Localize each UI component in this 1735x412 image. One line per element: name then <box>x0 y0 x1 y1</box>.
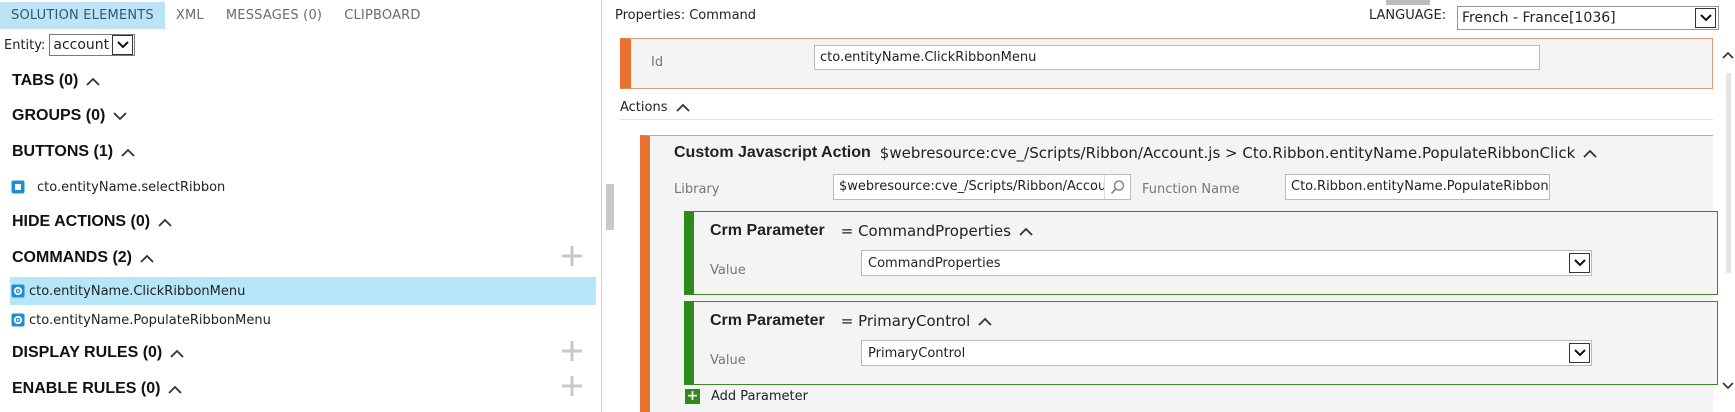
value-label: Value <box>710 263 746 278</box>
scroll-up-icon[interactable] <box>1722 51 1734 59</box>
action-summary: $webresource:cve_/Scripts/Ribbon/Account… <box>879 144 1576 162</box>
parameter-header[interactable]: Crm Parameter = CommandProperties <box>710 222 1033 240</box>
section-groups[interactable]: GROUPS (0) <box>12 107 127 125</box>
button-icon <box>11 180 25 194</box>
chevron-down-icon[interactable] <box>1569 343 1590 363</box>
chevron-up-icon[interactable] <box>140 254 154 263</box>
list-item[interactable]: cto.entityName.ClickRibbonMenu <box>11 279 245 303</box>
section-tabs[interactable]: TABS (0) <box>12 72 101 90</box>
entity-value: account <box>53 37 110 53</box>
scrollbar-thumb[interactable] <box>1726 73 1731 273</box>
section-enable-rules-label: ENABLE RULES (0) <box>12 380 161 397</box>
action-type-label: Custom Javascript Action <box>674 144 871 161</box>
library-label: Library <box>674 182 720 197</box>
crm-parameter: Crm Parameter = CommandProperties Value … <box>684 211 1718 295</box>
chevron-up-icon[interactable] <box>1583 149 1597 158</box>
chevron-down-icon[interactable] <box>113 111 127 121</box>
section-buttons-label: BUTTONS (1) <box>12 143 114 160</box>
section-display-rules[interactable]: DISPLAY RULES (0) <box>12 344 184 362</box>
tab-messages[interactable]: MESSAGES (0) <box>215 2 333 29</box>
entity-label: Entity: <box>4 37 46 53</box>
add-parameter-label: Add Parameter <box>711 389 808 404</box>
library-value: $webresource:cve_/Scripts/Ribbon/Account… <box>839 179 1131 194</box>
button-item-label: cto.entityName.selectRibbon <box>37 179 226 195</box>
chevron-up-icon[interactable] <box>168 385 183 394</box>
chevron-up-icon[interactable] <box>675 103 690 112</box>
vertical-scrollbar[interactable] <box>1720 37 1735 412</box>
chevron-up-icon[interactable] <box>158 218 172 227</box>
add-command-plus-icon[interactable] <box>562 246 582 266</box>
ribbon-workbench: SOLUTION ELEMENTS XML MESSAGES (0) CLIPB… <box>0 0 1735 412</box>
library-field[interactable]: $webresource:cve_/Scripts/Ribbon/Account… <box>833 174 1131 200</box>
section-hide-actions[interactable]: HIDE ACTIONS (0) <box>12 213 172 231</box>
parameter-value-select[interactable]: CommandProperties <box>861 250 1592 276</box>
parameter-summary: = CommandProperties <box>840 222 1011 240</box>
parameter-summary: = PrimaryControl <box>840 312 971 330</box>
chevron-down-icon[interactable] <box>1569 253 1590 273</box>
chevron-up-icon[interactable] <box>86 77 101 86</box>
parameter-value: PrimaryControl <box>868 345 966 361</box>
command-item-label: cto.entityName.ClickRibbonMenu <box>29 283 246 299</box>
function-name-field[interactable]: Cto.Ribbon.entityName.PopulateRibbonClic… <box>1285 174 1550 200</box>
list-item[interactable]: cto.entityName.selectRibbon <box>11 175 225 199</box>
tab-solution-elements[interactable]: SOLUTION ELEMENTS <box>0 2 165 29</box>
language-select[interactable]: French - France[1036] <box>1457 6 1719 30</box>
page-title: Properties: Command <box>615 8 757 23</box>
search-icon[interactable] <box>1104 175 1130 199</box>
section-enable-rules[interactable]: ENABLE RULES (0) <box>12 380 183 398</box>
scroll-down-icon[interactable] <box>1722 382 1734 390</box>
splitter-notch[interactable] <box>1386 0 1430 5</box>
chevron-up-icon[interactable] <box>1019 227 1033 236</box>
properties-panel: Properties: Command LANGUAGE: French - F… <box>614 0 1735 412</box>
value-label: Value <box>710 353 746 368</box>
list-item[interactable]: cto.entityName.PopulateRibbonMenu <box>11 308 271 332</box>
command-item-label: cto.entityName.PopulateRibbonMenu <box>29 312 271 328</box>
crm-parameter: Crm Parameter = PrimaryControl Value Pri… <box>684 301 1718 385</box>
add-enable-rule-plus-icon[interactable] <box>562 376 582 396</box>
parameter-type-label: Crm Parameter <box>710 222 825 239</box>
section-commands[interactable]: COMMANDS (2) <box>12 249 154 267</box>
section-commands-label: COMMANDS (2) <box>12 249 132 266</box>
command-gear-icon <box>11 313 25 327</box>
id-label: Id <box>651 55 664 70</box>
chevron-down-icon[interactable] <box>1695 8 1716 28</box>
action-header[interactable]: Custom Javascript Action $webresource:cv… <box>674 144 1597 162</box>
tab-clipboard[interactable]: CLIPBOARD <box>333 2 431 29</box>
add-display-rule-plus-icon[interactable] <box>562 341 582 361</box>
tab-xml[interactable]: XML <box>165 2 215 29</box>
section-hide-actions-label: HIDE ACTIONS (0) <box>12 213 151 230</box>
entity-row: Entity: account <box>0 33 136 57</box>
function-name-label: Function Name <box>1142 182 1240 197</box>
language-value: French - France[1036] <box>1462 10 1616 26</box>
command-gear-icon <box>11 284 25 298</box>
solution-elements-panel: SOLUTION ELEMENTS XML MESSAGES (0) CLIPB… <box>0 0 602 412</box>
id-field[interactable]: cto.entityName.ClickRibbonMenu <box>814 45 1540 70</box>
custom-javascript-action: Custom Javascript Action $webresource:cv… <box>640 135 1718 412</box>
actions-label: Actions <box>620 100 668 115</box>
parameter-type-label: Crm Parameter <box>710 312 825 329</box>
entity-select[interactable]: account <box>49 34 136 56</box>
actions-header[interactable]: Actions <box>620 96 1713 120</box>
parameter-header[interactable]: Crm Parameter = PrimaryControl <box>710 312 992 330</box>
id-section: Id cto.entityName.ClickRibbonMenu <box>620 38 1713 89</box>
chevron-up-icon[interactable] <box>121 148 135 157</box>
left-tab-bar: SOLUTION ELEMENTS XML MESSAGES (0) CLIPB… <box>0 2 602 29</box>
add-parameter-button[interactable]: + Add Parameter <box>685 389 808 404</box>
chevron-up-icon[interactable] <box>170 349 184 358</box>
chevron-up-icon[interactable] <box>978 317 992 326</box>
section-buttons[interactable]: BUTTONS (1) <box>12 143 135 161</box>
plus-icon: + <box>685 388 700 404</box>
chevron-down-icon[interactable] <box>112 35 134 55</box>
language-label: LANGUAGE: <box>1369 8 1447 23</box>
section-groups-label: GROUPS (0) <box>12 107 106 124</box>
section-display-rules-label: DISPLAY RULES (0) <box>12 344 163 361</box>
parameter-value: CommandProperties <box>868 255 1001 271</box>
parameter-value-select[interactable]: PrimaryControl <box>861 340 1592 366</box>
section-tabs-label: TABS (0) <box>12 72 79 89</box>
